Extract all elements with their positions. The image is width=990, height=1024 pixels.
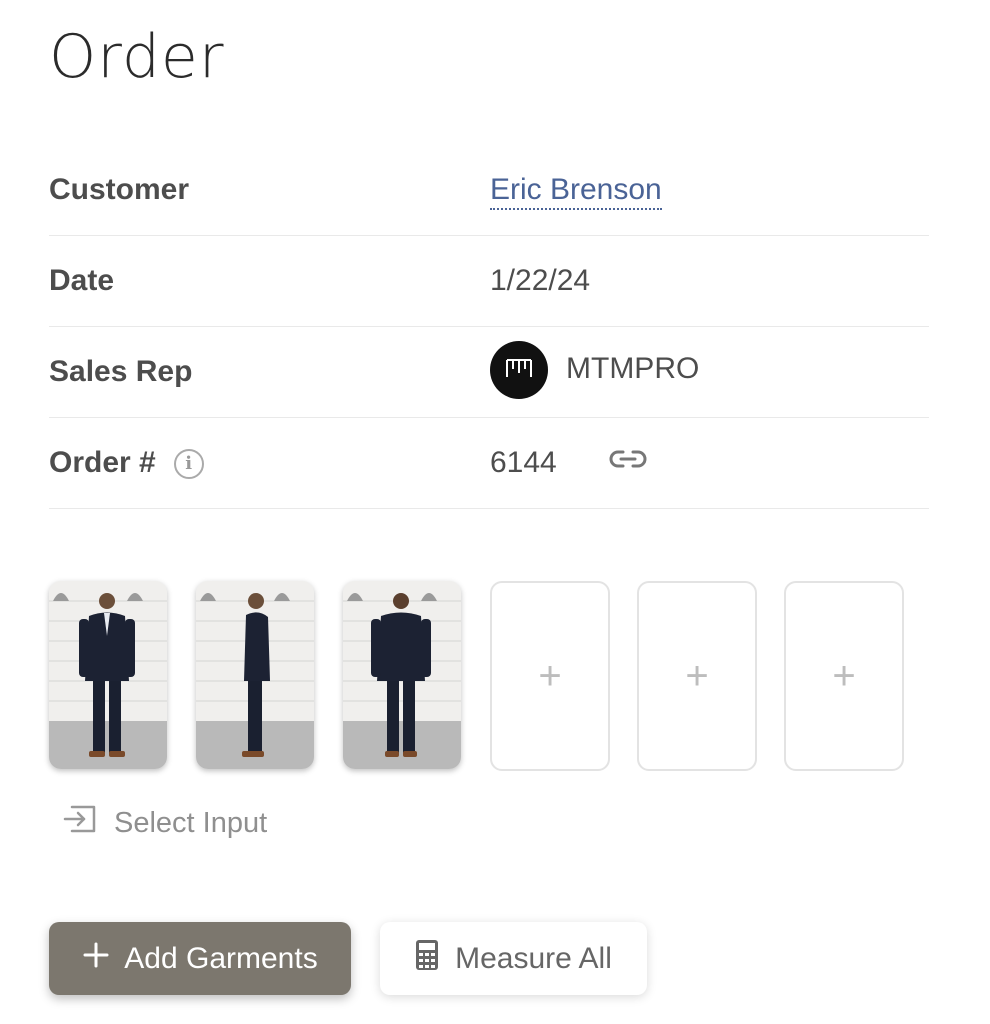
front-photo[interactable] <box>49 581 167 769</box>
order-number-value: 6144 <box>490 446 557 479</box>
customer-row: Customer Eric Brenson <box>49 145 929 236</box>
avatar <box>490 341 548 399</box>
add-photo-slot[interactable]: + <box>490 581 610 771</box>
select-input-label: Select Input <box>114 806 268 839</box>
calculator-icon <box>415 939 439 979</box>
date-row: Date 1/22/24 <box>49 236 929 327</box>
add-photo-slot[interactable]: + <box>637 581 757 771</box>
add-photo-slot[interactable]: + <box>784 581 904 771</box>
sales-rep-value: MTMPRO <box>566 352 700 385</box>
mtmpro-logo-icon <box>506 359 532 377</box>
sales-rep-row: Sales Rep <box>49 327 929 418</box>
copy-link-icon[interactable] <box>608 446 648 477</box>
back-photo[interactable] <box>343 581 461 769</box>
select-input-button[interactable]: Select Input <box>62 803 267 843</box>
input-icon <box>62 803 98 843</box>
info-icon[interactable]: i <box>173 449 204 479</box>
order-details: Customer Eric Brenson Date 1/22/24 Sales… <box>49 145 929 509</box>
add-garments-label: Add Garments <box>124 941 318 975</box>
side-photo[interactable] <box>196 581 314 769</box>
customer-link[interactable]: Eric Brenson <box>490 173 662 210</box>
sales-rep-label: Sales Rep <box>49 355 193 388</box>
customer-label: Customer <box>49 173 190 206</box>
plus-icon <box>82 941 110 977</box>
order-number-label: Order # i <box>49 446 204 480</box>
order-number-row: Order # i 6144 <box>49 418 929 509</box>
page-title: Order <box>49 22 225 92</box>
add-garments-button[interactable]: Add Garments <box>49 922 351 995</box>
date-label: Date <box>49 264 115 297</box>
measure-all-button[interactable]: Measure All <box>380 922 647 995</box>
measure-all-label: Measure All <box>455 941 612 975</box>
date-value: 1/22/24 <box>490 264 591 297</box>
